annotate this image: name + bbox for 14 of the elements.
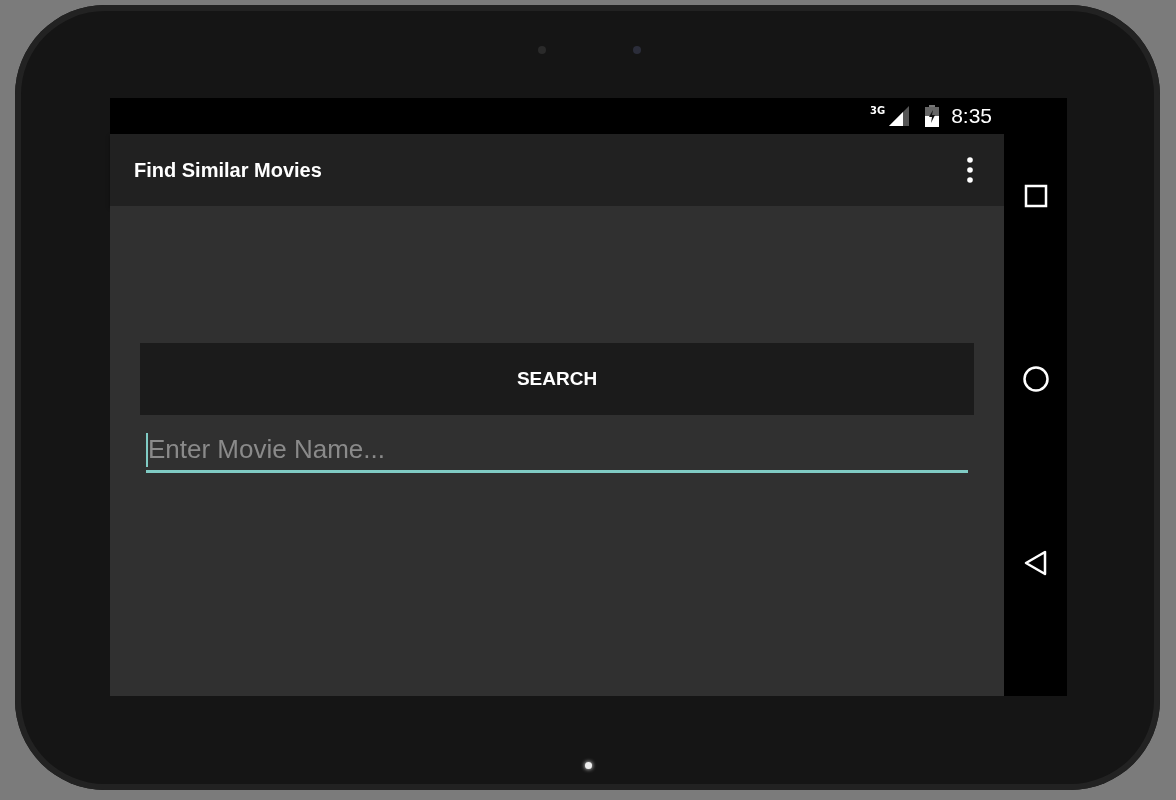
clock-time: 8:35 xyxy=(951,104,992,128)
signal-icon xyxy=(889,106,910,126)
home-icon[interactable] xyxy=(1021,365,1050,393)
network-type: 3G xyxy=(869,105,886,116)
battery-charging-icon xyxy=(925,105,940,127)
more-options-icon[interactable] xyxy=(966,157,974,183)
recents-icon[interactable] xyxy=(1023,184,1048,208)
app-title: Find Similar Movies xyxy=(134,158,322,182)
indicator-light-icon xyxy=(585,762,592,769)
camera-lens-icon xyxy=(633,46,641,54)
search-button[interactable]: SEARCH xyxy=(140,343,974,415)
text-cursor xyxy=(146,433,148,467)
movie-name-field[interactable]: Enter Movie Name... xyxy=(146,429,968,473)
back-icon[interactable] xyxy=(1023,550,1048,576)
